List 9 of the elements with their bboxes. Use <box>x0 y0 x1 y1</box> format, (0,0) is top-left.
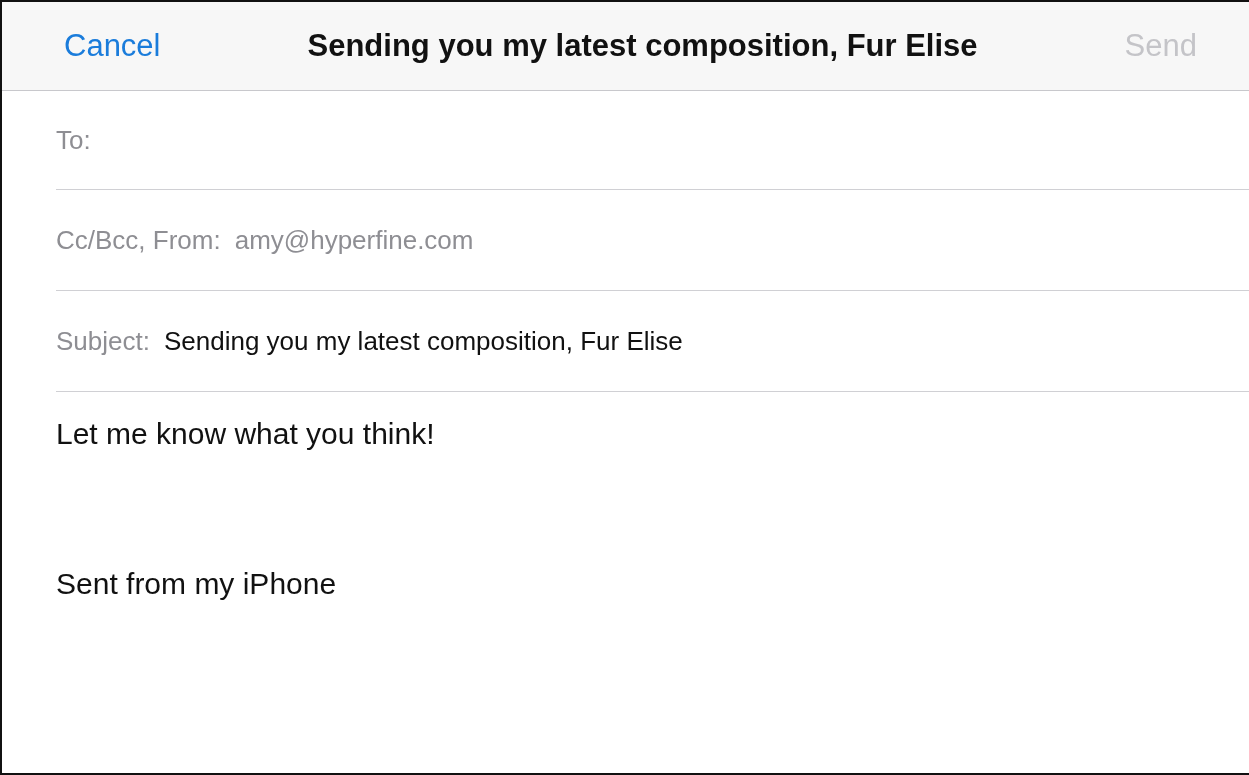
field-label: Cc/Bcc, From: <box>56 224 221 256</box>
field-label: Subject: <box>56 325 150 357</box>
cancel-button[interactable]: Cancel <box>64 28 161 64</box>
message-text: Let me know what you think! <box>56 416 436 452</box>
signature-text: Sent from my iPhone <box>56 566 338 602</box>
field-value[interactable]: Sending you my latest composition, Fur Elise <box>163 325 683 357</box>
field-label: To: <box>56 124 91 156</box>
message-title: Sending you my latest composition, Fur Elise <box>307 28 978 64</box>
sender-address[interactable]: amy@hyperfine.com <box>234 224 474 256</box>
